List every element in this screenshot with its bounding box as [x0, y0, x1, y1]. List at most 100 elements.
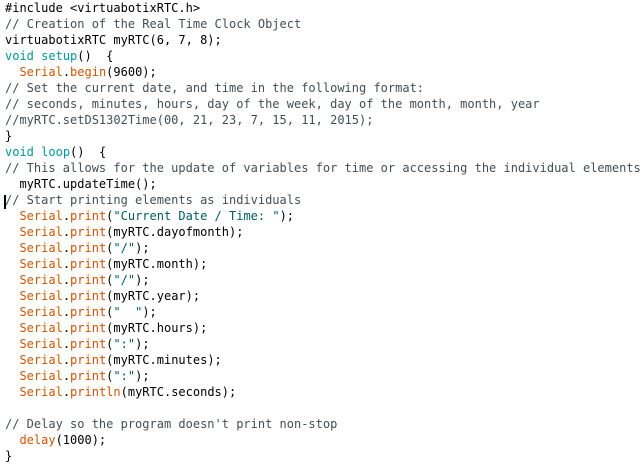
code-token-default: [5, 305, 19, 319]
code-token-func: Serial: [19, 289, 63, 303]
code-token-default: [5, 353, 19, 367]
code-line[interactable]: Serial.print("/");: [5, 240, 150, 256]
code-token-str: "/": [113, 241, 136, 255]
code-token-default: [5, 385, 19, 399]
text-cursor: [4, 195, 6, 209]
code-line[interactable]: myRTC.updateTime();: [5, 176, 157, 192]
code-token-default: .: [62, 305, 71, 319]
code-line[interactable]: //myRTC.setDS1302Time(00, 21, 23, 7, 15,…: [5, 112, 373, 128]
code-token-comment: // Set the current date, and time in the…: [5, 81, 425, 95]
code-token-func: print: [70, 289, 107, 303]
code-line[interactable]: void setup() {: [5, 48, 113, 64]
code-line[interactable]: Serial.print(" ");: [5, 304, 156, 320]
code-token-default: () {: [70, 145, 107, 159]
code-token-str: "/": [113, 273, 136, 287]
code-line[interactable]: Serial.print(myRTC.month);: [5, 256, 207, 272]
code-line[interactable]: Serial.print(myRTC.dayofmonth);: [5, 224, 243, 240]
code-editor[interactable]: #include <virtuabotixRTC.h> // Creation o…: [0, 0, 642, 466]
code-token-default: [5, 241, 19, 255]
code-line[interactable]: delay(1000);: [5, 432, 106, 448]
code-token-func: Serial: [19, 353, 63, 367]
code-line[interactable]: Serial.print(myRTC.minutes);: [5, 352, 222, 368]
code-token-default: );: [135, 337, 150, 351]
code-line[interactable]: Serial.print(":");: [5, 368, 150, 384]
code-token-default: .: [62, 385, 71, 399]
code-token-default: () {: [77, 49, 114, 63]
code-token-func: Serial: [19, 305, 63, 319]
code-token-default: .: [62, 353, 71, 367]
code-token-keyword: void: [5, 49, 34, 63]
code-line[interactable]: // Creation of the Real Time Clock Objec…: [5, 16, 301, 32]
code-token-default: [5, 321, 19, 335]
code-line[interactable]: void loop() {: [5, 144, 106, 160]
code-token-func: print: [70, 241, 107, 255]
code-token-func: Serial: [19, 241, 63, 255]
code-token-func: Serial: [19, 257, 63, 271]
code-token-default: [5, 209, 19, 223]
code-token-str: "Current Date / Time: ": [113, 209, 280, 223]
code-token-str: " ": [113, 305, 143, 319]
code-token-func: print: [70, 337, 107, 351]
code-token-default: }: [5, 129, 13, 143]
code-token-func: println: [70, 385, 121, 399]
code-token-func: Serial: [19, 385, 63, 399]
code-token-default: (myRTC.year);: [106, 289, 201, 303]
code-line[interactable]: // Set the current date, and time in the…: [5, 80, 424, 96]
code-line[interactable]: }: [5, 128, 12, 144]
code-token-default: (1000);: [55, 433, 107, 447]
code-token-default: .: [62, 257, 71, 271]
code-token-func: Serial: [19, 65, 63, 79]
code-token-func: Serial: [19, 225, 63, 239]
code-line[interactable]: Serial.print(":");: [5, 336, 150, 352]
code-token-default: [5, 273, 19, 287]
code-token-default: (myRTC.hours);: [106, 321, 208, 335]
code-token-comment: // Start printing elements as individual…: [5, 193, 302, 207]
code-token-func: print: [70, 305, 107, 319]
code-token-default: );: [135, 273, 150, 287]
code-token-default: .: [62, 65, 71, 79]
code-token-default: );: [135, 241, 150, 255]
code-token-func: print: [70, 225, 107, 239]
code-token-default: (myRTC.minutes);: [106, 353, 222, 367]
code-line[interactable]: #include <virtuabotixRTC.h>: [5, 0, 200, 16]
code-line[interactable]: Serial.print(myRTC.year);: [5, 288, 200, 304]
code-line[interactable]: Serial.println(myRTC.seconds);: [5, 384, 236, 400]
code-token-comment: // Creation of the Real Time Clock Objec…: [5, 17, 302, 31]
code-token-func: Serial: [19, 273, 63, 287]
code-token-default: myRTC.updateTime();: [5, 177, 157, 191]
code-token-default: virtuabotixRTC myRTC(6, 7, 8);: [5, 33, 222, 47]
code-line[interactable]: // This allows for the update of variabl…: [5, 160, 642, 176]
code-token-default: [5, 337, 19, 351]
code-line[interactable]: // Delay so the program doesn't print no…: [5, 416, 337, 432]
code-token-func: print: [70, 369, 107, 383]
code-token-func: Serial: [19, 337, 63, 351]
code-token-default: );: [135, 369, 150, 383]
code-line[interactable]: // Start printing elements as individual…: [5, 192, 301, 208]
code-line[interactable]: Serial.print(myRTC.hours);: [5, 320, 207, 336]
code-token-default: (9600);: [106, 65, 157, 79]
code-token-default: );: [279, 209, 295, 223]
code-line[interactable]: Serial.begin(9600);: [5, 64, 157, 80]
code-line[interactable]: virtuabotixRTC myRTC(6, 7, 8);: [5, 32, 222, 48]
code-token-default: .: [62, 225, 71, 239]
code-token-func: Serial: [19, 209, 63, 223]
code-token-default: [5, 369, 19, 383]
code-line[interactable]: }: [5, 448, 12, 464]
code-token-func: Serial: [19, 321, 63, 335]
code-token-func: print: [70, 321, 107, 335]
code-token-default: [5, 433, 19, 447]
code-token-func: begin: [70, 65, 107, 79]
code-token-default: [5, 289, 19, 303]
code-line[interactable]: // seconds, minutes, hours, day of the w…: [5, 96, 540, 112]
code-token-comment: // Delay so the program doesn't print no…: [5, 417, 338, 431]
code-token-default: .: [62, 289, 71, 303]
code-token-default: (myRTC.dayofmonth);: [106, 225, 244, 239]
code-line[interactable]: Serial.print("Current Date / Time: ");: [5, 208, 294, 224]
code-token-default: (myRTC.seconds);: [120, 385, 237, 399]
code-token-comment: // This allows for the update of variabl…: [5, 161, 642, 175]
code-token-default: (myRTC.month);: [106, 257, 208, 271]
code-token-comment: // seconds, minutes, hours, day of the w…: [5, 97, 540, 111]
code-token-keyword: loop: [41, 145, 71, 159]
code-line[interactable]: Serial.print("/");: [5, 272, 150, 288]
code-token-func: Serial: [19, 369, 63, 383]
